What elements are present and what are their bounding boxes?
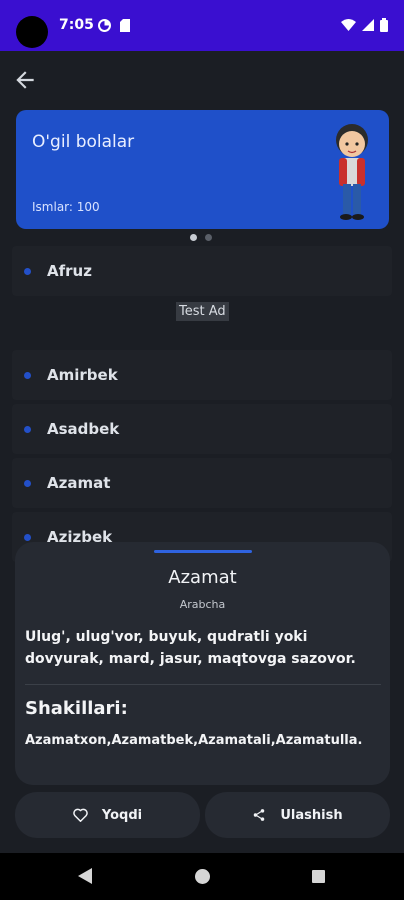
wifi-icon xyxy=(341,19,356,31)
back-arrow-icon[interactable] xyxy=(12,67,38,93)
banner-page-indicator xyxy=(190,234,212,241)
system-nav-bar xyxy=(0,853,404,900)
bullet-icon xyxy=(24,268,31,275)
list-item[interactable]: Afruz xyxy=(12,246,392,296)
status-bar: 7:05 xyxy=(0,0,404,51)
camera-cutout xyxy=(16,16,48,48)
bullet-icon xyxy=(24,426,31,433)
name-label: Amirbek xyxy=(47,366,118,384)
nav-home-icon[interactable] xyxy=(195,869,210,884)
like-label: Yoqdi xyxy=(101,807,143,823)
name-label: Afruz xyxy=(47,262,92,280)
bullet-icon xyxy=(24,480,31,487)
nav-recents-icon[interactable] xyxy=(312,870,325,883)
detail-origin: Arabcha xyxy=(179,598,226,611)
battery-icon xyxy=(380,18,388,32)
sd-card-icon xyxy=(120,19,130,32)
data-saver-icon xyxy=(98,19,111,32)
name-label: Asadbek xyxy=(47,420,120,438)
share-icon xyxy=(254,809,265,821)
status-time: 7:05 xyxy=(59,17,94,33)
heart-icon xyxy=(73,808,88,822)
banner-title: O'gil bolalar xyxy=(32,132,135,152)
sheet-drag-handle[interactable] xyxy=(154,550,252,553)
banner-name-count: Ismlar: 100 xyxy=(32,200,100,214)
nav-back-icon[interactable] xyxy=(78,868,92,884)
signal-icon xyxy=(362,19,374,31)
bullet-icon xyxy=(24,372,31,379)
name-label: Azamat xyxy=(47,474,111,492)
forms-heading: Shakillari: xyxy=(25,698,128,719)
list-item[interactable]: Azamat xyxy=(12,458,392,508)
list-item[interactable]: Amirbek xyxy=(12,350,392,400)
app-bar xyxy=(0,51,404,109)
like-button[interactable]: Yoqdi xyxy=(15,792,200,838)
forms-text: Azamatxon,Azamatbek,Azamatali,Azamatulla… xyxy=(25,733,363,748)
page-dot-active xyxy=(190,234,197,241)
name-detail-sheet: Azamat Arabcha Ulug', ulug'vor, buyuk, q… xyxy=(15,542,390,785)
bullet-icon xyxy=(24,534,31,541)
share-label: Ulashish xyxy=(280,807,343,823)
test-ad-label[interactable]: Test Ad xyxy=(176,302,229,321)
detail-name: Azamat xyxy=(168,567,237,588)
detail-meaning: Ulug', ulug'vor, buyuk, qudratli yoki do… xyxy=(25,629,356,667)
page-dot xyxy=(205,234,212,241)
category-banner[interactable]: O'gil bolalar Ismlar: 100 xyxy=(16,110,389,229)
divider xyxy=(25,684,381,685)
boy-illustration xyxy=(336,124,368,220)
list-item[interactable]: Asadbek xyxy=(12,404,392,454)
share-button[interactable]: Ulashish xyxy=(205,792,390,838)
